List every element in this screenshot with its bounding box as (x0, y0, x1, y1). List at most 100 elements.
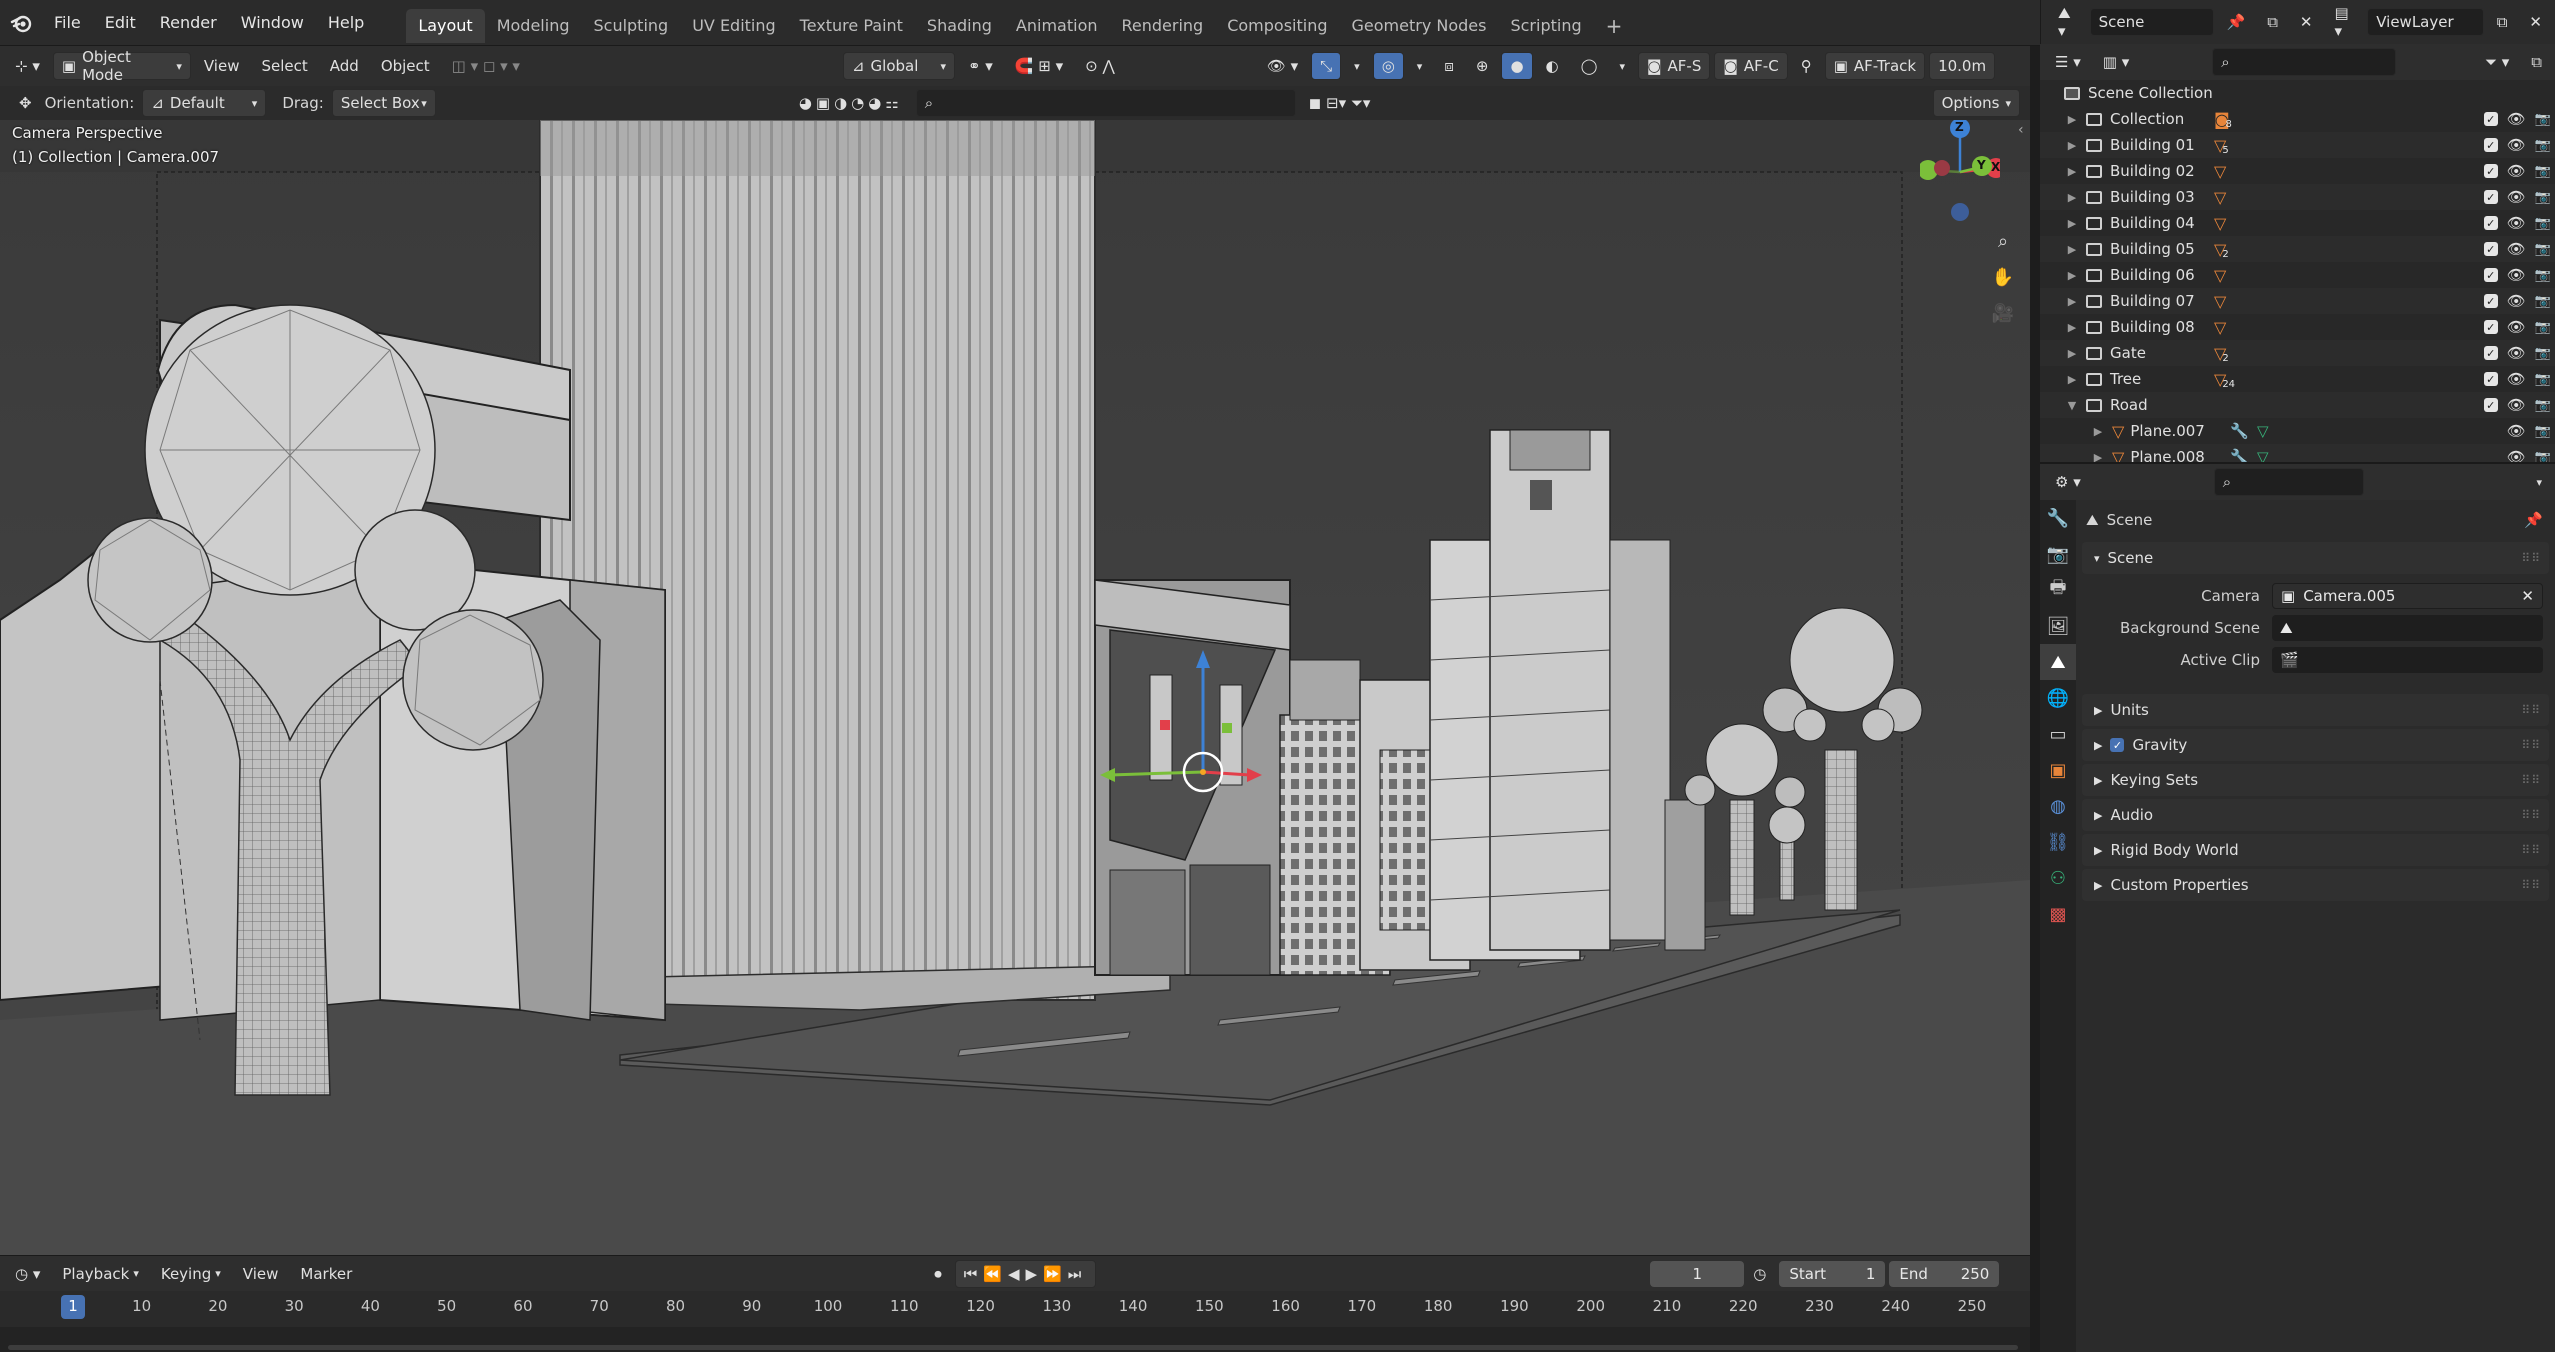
current-frame-field[interactable]: 1 (1650, 1260, 1745, 1287)
snap-icon[interactable]: 🧲 ⊞ ▾ (1006, 52, 1072, 80)
timeline-scrollbar[interactable] (8, 1345, 2018, 1350)
overlay-toggle-icon[interactable]: ◎ (1372, 52, 1404, 80)
chevron-right-icon[interactable]: ▶ (2064, 295, 2080, 308)
pin-icon[interactable]: 📌 (2218, 8, 2255, 36)
panel-header-gravity[interactable]: ▶ ✓ Gravity ⠿⠿ (2082, 729, 2549, 761)
menu-marker[interactable]: Marker (291, 1260, 361, 1288)
outliner-row[interactable]: ▶ Building 06 ▽ ✓ 👁 📷 (2040, 262, 2555, 288)
render-camera-icon[interactable]: 📷 (2535, 372, 2551, 387)
menu-keying[interactable]: Keying ▾ (152, 1260, 230, 1288)
menu-playback[interactable]: Playback ▾ (53, 1260, 147, 1288)
jump-end-icon[interactable]: ⏭ (1068, 1265, 1088, 1283)
render-camera-icon[interactable]: 📷 (2535, 112, 2551, 127)
af-s-button[interactable]: ◙ AF-S (1637, 52, 1711, 80)
render-camera-icon[interactable]: 📷 (2535, 268, 2551, 283)
render-camera-icon[interactable]: 📷 (2535, 138, 2551, 153)
outliner-row[interactable]: ▶ Building 07 ▽ ✓ 👁 📷 (2040, 288, 2555, 314)
exclude-checkbox[interactable]: ✓ (2483, 268, 2498, 282)
pan-hand-icon[interactable]: ✋ (1990, 264, 2016, 290)
outliner-row[interactable]: ▶ Building 02 ▽ ✓ 👁 📷 (2040, 158, 2555, 184)
drag-handle-icon[interactable]: ⠿⠿ (2521, 808, 2541, 822)
delete-view-layer-icon[interactable]: ✕ (2520, 8, 2551, 36)
menu-add[interactable]: Add (321, 52, 368, 80)
drag-handle-icon[interactable]: ⠿⠿ (2521, 551, 2541, 565)
display-mode-icon[interactable]: ▥ ▾ (2094, 48, 2138, 76)
drag-handle-icon[interactable]: ⠿⠿ (2521, 738, 2541, 752)
visibility-eye-icon[interactable]: 👁 (2507, 344, 2526, 362)
start-frame-field[interactable]: Start 1 (1779, 1260, 1886, 1287)
panel-header-audio[interactable]: ▶ Audio ⠿⠿ (2082, 799, 2549, 831)
object-tab-icon[interactable]: ▣ (2040, 752, 2076, 788)
view-layer-tab-icon[interactable]: 🖼 (2040, 608, 2076, 644)
exclude-checkbox[interactable]: ✓ (2483, 398, 2498, 412)
render-camera-icon[interactable]: 📷 (2535, 320, 2551, 335)
navigation-gizmo[interactable]: Z Y X (1918, 120, 2006, 230)
new-view-layer-icon[interactable]: ⧉ (2488, 8, 2517, 36)
chevron-right-icon[interactable]: ▶ (2064, 139, 2080, 152)
gizmo-toggle-icon[interactable]: ⤡ (1311, 52, 1342, 80)
render-camera-icon[interactable]: 📷 (2535, 242, 2551, 257)
tab-layout[interactable]: Layout (406, 8, 485, 43)
filter-icons[interactable]: ◼ ⊟▾ ⏷▾ (1300, 89, 1380, 117)
chevron-right-icon[interactable]: ▶ (2064, 217, 2080, 230)
outliner-row[interactable]: ▶ Collection ◙ 8 ✓ 👁 📷 (2040, 106, 2555, 132)
object-type-filter-icons[interactable]: ◕▣◑◔◕⚏ (790, 89, 912, 117)
data-tab-icon[interactable]: ⚇ (2040, 860, 2076, 896)
af-c-button[interactable]: ◙ AF-C (1714, 52, 1788, 80)
menu-render[interactable]: Render (148, 0, 229, 46)
shading-wireframe-icon[interactable]: ⊕ (1467, 52, 1498, 80)
shading-solid-icon[interactable]: ● (1501, 52, 1533, 80)
add-workspace-button[interactable]: + (1594, 9, 1635, 43)
gravity-checkbox[interactable]: ✓ (2110, 738, 2125, 752)
select-mode-icon[interactable]: ◫ ▾ ◻ ▾ ▾ (443, 52, 529, 80)
render-camera-icon[interactable]: 📷 (2535, 346, 2551, 361)
options-dropdown[interactable]: Options ▾ (1932, 89, 2020, 117)
shading-material-icon[interactable]: ◐ (1537, 52, 1568, 80)
drag-handle-icon[interactable]: ⠿⠿ (2521, 703, 2541, 717)
chevron-right-icon[interactable]: ▶ (2064, 373, 2080, 386)
menu-select[interactable]: Select (252, 52, 316, 80)
new-scene-icon[interactable]: ⧉ (2258, 8, 2287, 36)
modifier-tab-icon[interactable]: ◍ (2040, 788, 2076, 824)
exclude-checkbox[interactable]: ✓ (2483, 164, 2498, 178)
gizmo-dropdown-icon[interactable]: ▾ (1345, 52, 1369, 80)
viewport-search-input[interactable]: ⌕ (915, 89, 1296, 117)
menu-help[interactable]: Help (316, 0, 376, 46)
visibility-eye-icon[interactable]: 👁 (2507, 422, 2526, 440)
scene-collection-row[interactable]: Scene Collection (2040, 80, 2555, 106)
pivot-icon[interactable]: ⚭ ▾ (959, 52, 1002, 80)
orientation-dropdown[interactable]: ⊿ Default ▾ (142, 89, 267, 117)
timeline-editor-icon[interactable]: ◷ ▾ (6, 1260, 49, 1288)
outliner-editor-icon[interactable]: ☰ ▾ (2046, 48, 2090, 76)
tab-uv-editing[interactable]: UV Editing (680, 9, 787, 43)
outliner-row[interactable]: ▶ Gate ▽ 2 ✓ 👁 📷 (2040, 340, 2555, 366)
exclude-checkbox[interactable]: ✓ (2483, 216, 2498, 230)
shading-rendered-icon[interactable]: ◯ (1572, 52, 1607, 80)
menu-window[interactable]: Window (229, 0, 316, 46)
chevron-right-icon[interactable]: ▶ (2064, 347, 2080, 360)
active-clip-field[interactable]: 🎬 (2272, 647, 2543, 673)
exclude-checkbox[interactable]: ✓ (2483, 372, 2498, 386)
exclude-checkbox[interactable]: ✓ (2483, 242, 2498, 256)
chevron-down-icon[interactable]: ▾ (2527, 468, 2551, 496)
play-reverse-icon[interactable]: ◀ (1008, 1265, 1026, 1283)
camera-field[interactable]: ▣ Camera.005 ✕ (2272, 583, 2543, 609)
shading-dropdown-icon[interactable]: ▾ (1610, 52, 1634, 80)
blender-logo-icon[interactable] (0, 0, 42, 46)
prev-keyframe-icon[interactable]: ⏪ (983, 1265, 1008, 1283)
transform-orientation-dropdown[interactable]: ⊿ Global ▾ (842, 52, 955, 80)
scene-field[interactable]: Scene (2089, 8, 2214, 36)
scene-icon[interactable]: ⛰ ▾ (2049, 4, 2086, 40)
chevron-right-icon[interactable]: ▶ (2064, 243, 2080, 256)
clear-icon[interactable]: ✕ (2521, 587, 2534, 605)
tab-texture-paint[interactable]: Texture Paint (788, 9, 915, 43)
drag-dropdown[interactable]: Select Box ▾ (331, 89, 436, 117)
new-collection-icon[interactable]: ⧉ (2522, 48, 2551, 76)
panel-header-keying-sets[interactable]: ▶ Keying Sets ⠿⠿ (2082, 764, 2549, 796)
background-scene-field[interactable]: ⛰ (2272, 615, 2543, 641)
menu-timeline-view[interactable]: View (234, 1260, 288, 1288)
exclude-checkbox[interactable]: ✓ (2483, 346, 2498, 360)
visibility-eye-icon[interactable]: 👁 (2507, 396, 2526, 414)
chevron-right-icon[interactable]: ▶ (2064, 165, 2080, 178)
render-camera-icon[interactable]: 📷 (2535, 424, 2551, 439)
